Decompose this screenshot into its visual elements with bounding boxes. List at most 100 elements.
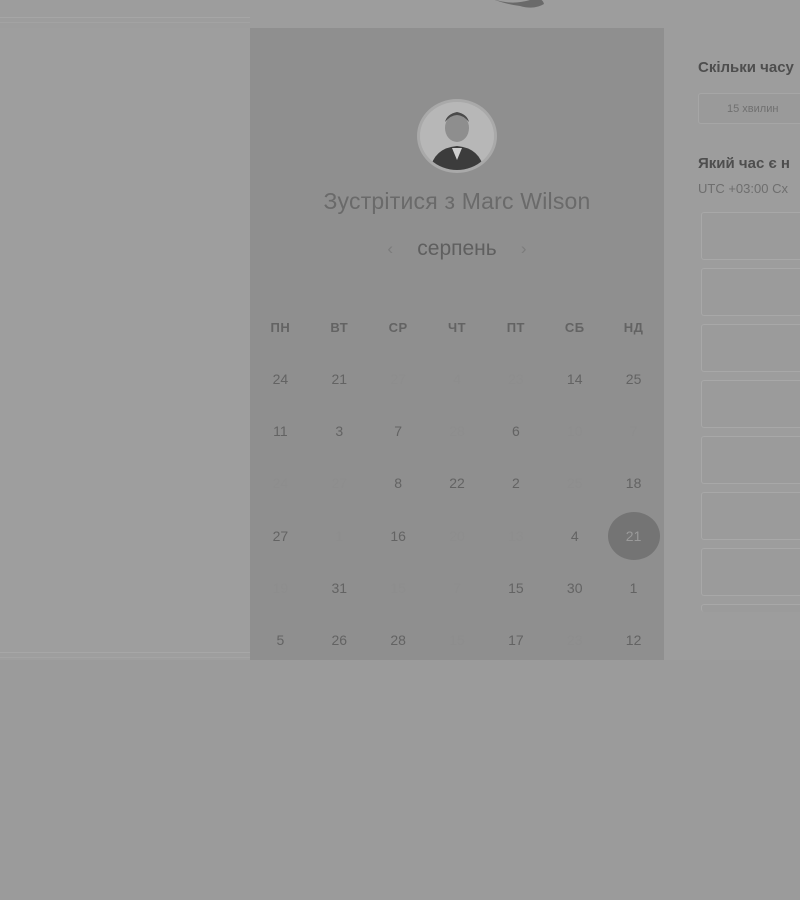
duration-option-button[interactable]: 15 хвилин <box>698 93 800 124</box>
day-number: 23 <box>508 371 524 388</box>
backdrop <box>0 660 800 900</box>
day-cell: 28 <box>428 405 487 457</box>
day-cell[interactable]: 5 <box>251 614 310 666</box>
month-label: серпень <box>417 237 497 260</box>
day-cell: 4 <box>428 353 487 405</box>
weekday-label: ЧТ <box>447 320 467 335</box>
day-number: 8 <box>394 475 403 492</box>
day-cell: 20 <box>428 510 487 562</box>
divider <box>0 657 250 658</box>
weekday-label: СБ <box>564 320 585 335</box>
day-cell[interactable]: 3 <box>310 405 369 457</box>
day-cell[interactable]: 6 <box>486 405 545 457</box>
day-number: 27 <box>331 475 348 492</box>
day-number: 28 <box>390 632 406 649</box>
day-cell-selected[interactable]: 21 <box>604 510 663 562</box>
time-slot[interactable] <box>701 436 800 484</box>
day-number: 6 <box>511 423 520 440</box>
day-number: 24 <box>272 371 289 388</box>
day-cell: 7 <box>428 562 487 614</box>
day-number: 7 <box>453 579 461 596</box>
day-number: 5 <box>276 632 285 649</box>
day-number: 16 <box>390 527 406 544</box>
day-number: 21 <box>331 371 348 388</box>
day-cell[interactable]: 17 <box>486 614 545 666</box>
time-slot[interactable] <box>701 548 800 596</box>
day-cell: 23 <box>486 353 545 405</box>
day-number: 21 <box>625 527 642 544</box>
day-number: 15 <box>449 632 465 649</box>
left-panel <box>0 28 250 660</box>
time-slot[interactable] <box>701 212 800 260</box>
day-number: 27 <box>272 527 289 544</box>
day-cell[interactable]: 26 <box>310 614 369 666</box>
day-number: 7 <box>629 423 638 440</box>
day-number: 13 <box>508 527 524 544</box>
weekday-label: ПТ <box>506 320 525 335</box>
time-slot[interactable] <box>701 492 800 540</box>
duration-question: Скільки часу <box>698 59 794 76</box>
day-cell: 25 <box>545 457 604 509</box>
day-cell: 19 <box>251 562 310 614</box>
day-number: 1 <box>629 579 638 596</box>
divider <box>0 22 250 23</box>
person-photo-icon <box>420 102 494 170</box>
day-cell: 7 <box>604 405 663 457</box>
day-cell[interactable]: 15 <box>486 562 545 614</box>
chevron-right-icon[interactable]: › <box>517 239 531 259</box>
time-slot[interactable] <box>701 324 800 372</box>
day-number: 27 <box>390 371 406 388</box>
day-cell[interactable]: 12 <box>604 614 663 666</box>
day-number: 11 <box>273 423 288 440</box>
day-cell: 15 <box>369 562 428 614</box>
time-slot[interactable] <box>701 380 800 428</box>
day-cell: 27 <box>369 353 428 405</box>
day-number: 30 <box>566 579 583 596</box>
day-number: 15 <box>508 579 524 596</box>
day-number: 25 <box>566 475 583 492</box>
day-cell[interactable]: 11 <box>251 405 310 457</box>
day-cell[interactable]: 7 <box>369 405 428 457</box>
booking-panel: Скільки часу 15 хвилин Який час є н UTC … <box>664 28 800 660</box>
day-cell: 13 <box>486 510 545 562</box>
day-cell: 23 <box>545 614 604 666</box>
day-cell: 24 <box>251 457 310 509</box>
day-number: 23 <box>566 632 583 649</box>
day-number: 22 <box>449 475 465 492</box>
day-cell[interactable]: 14 <box>545 353 604 405</box>
timezone-label: UTC +03:00 Сх <box>698 181 788 196</box>
day-number: 12 <box>625 632 642 649</box>
day-cell[interactable]: 28 <box>369 614 428 666</box>
day-cell[interactable]: 1 <box>604 562 663 614</box>
day-number: 2 <box>511 475 520 492</box>
day-number: 14 <box>566 371 583 388</box>
day-cell[interactable]: 22 <box>428 457 487 509</box>
month-navigator: ‹ серпень › <box>250 235 664 263</box>
divider <box>0 17 250 18</box>
day-cell[interactable]: 16 <box>369 510 428 562</box>
day-cell[interactable]: 4 <box>545 510 604 562</box>
day-cell[interactable]: 24 <box>251 353 310 405</box>
page-title: Зустрітися з Marc Wilson <box>323 188 591 214</box>
time-slot[interactable] <box>701 604 800 612</box>
day-number: 20 <box>449 527 465 544</box>
day-cell[interactable]: 8 <box>369 457 428 509</box>
day-cell: 27 <box>310 457 369 509</box>
time-question: Який час є н <box>698 155 790 172</box>
day-number: 7 <box>394 423 403 440</box>
day-cell: 10 <box>545 405 604 457</box>
calendar-panel: Зустрітися з Marc Wilson ‹ серпень › ПН В… <box>250 28 664 660</box>
chevron-left-icon[interactable]: ‹ <box>383 239 397 259</box>
weekday-label: СР <box>388 320 408 335</box>
day-cell[interactable]: 31 <box>310 562 369 614</box>
day-cell[interactable]: 18 <box>604 457 663 509</box>
time-slot[interactable] <box>701 268 800 316</box>
day-cell[interactable]: 21 <box>310 353 369 405</box>
day-number: 25 <box>625 371 642 388</box>
day-cell[interactable]: 2 <box>486 457 545 509</box>
day-cell[interactable]: 25 <box>604 353 663 405</box>
day-cell[interactable]: 27 <box>251 510 310 562</box>
day-number: 15 <box>390 579 406 596</box>
day-number: 3 <box>335 423 344 440</box>
day-cell[interactable]: 30 <box>545 562 604 614</box>
